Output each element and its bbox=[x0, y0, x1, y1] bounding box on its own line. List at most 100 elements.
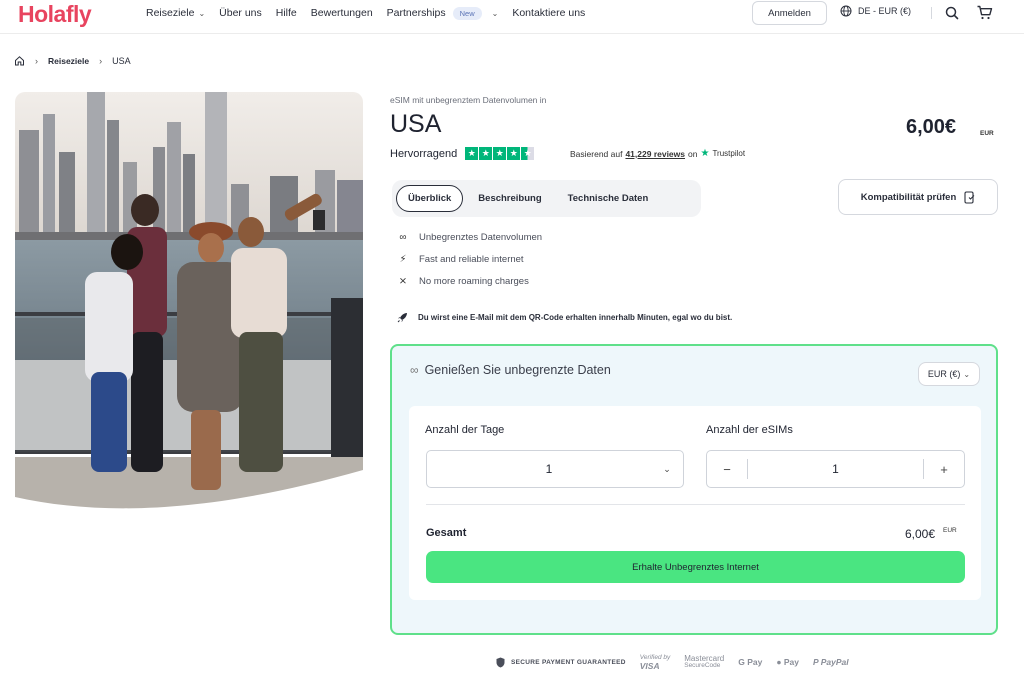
product-price: 6,00€ bbox=[906, 116, 957, 138]
compatibility-button[interactable]: Kompatibilität prüfen bbox=[838, 179, 998, 215]
secure-payment: SECURE PAYMENT GUARANTEED bbox=[496, 657, 626, 668]
nav-hilfe[interactable]: Hilfe bbox=[276, 7, 297, 19]
price-currency: EUR bbox=[980, 130, 994, 137]
compatibility-label: Kompatibilität prüfen bbox=[860, 191, 957, 203]
delivery-notice: Du wirst eine E-Mail mit dem QR-Code erh… bbox=[397, 312, 732, 323]
tab-beschreibung[interactable]: Beschreibung bbox=[467, 186, 552, 211]
nav-label: Über uns bbox=[219, 7, 262, 19]
plan-form: Anzahl der Tage Anzahl der eSIMs 1 ⌄ − 1… bbox=[409, 406, 981, 600]
header-divider bbox=[931, 7, 932, 19]
hero-image bbox=[15, 92, 363, 512]
verified-bottom: VISA bbox=[639, 660, 660, 671]
search-icon[interactable] bbox=[944, 5, 960, 21]
trustpilot-star-icon: ★ bbox=[700, 148, 710, 159]
paypal-logo: P PayPal bbox=[813, 658, 849, 667]
shield-icon bbox=[496, 657, 505, 668]
no-roaming-icon: ⨯ bbox=[398, 275, 408, 287]
tab-ueberblick[interactable]: Überblick bbox=[396, 185, 464, 212]
days-select[interactable]: 1 ⌄ bbox=[426, 450, 684, 488]
breadcrumb-reiseziele[interactable]: Reiseziele bbox=[48, 56, 89, 66]
total-currency: EUR bbox=[943, 527, 957, 534]
reviews-link[interactable]: 41,229 reviews bbox=[625, 149, 685, 159]
decrement-button[interactable]: − bbox=[707, 451, 747, 487]
plan-card: ∞ Genießen Sie unbegrenzte Daten EUR (€)… bbox=[390, 344, 998, 635]
apple-pay-text: Pay bbox=[783, 657, 799, 668]
list-item: ⨯ No more roaming charges bbox=[397, 274, 542, 288]
star-icon: ★ bbox=[493, 147, 507, 160]
nav-ueber-uns[interactable]: Über uns bbox=[219, 7, 262, 19]
hero-photo-illustration bbox=[15, 92, 363, 512]
currency-select[interactable]: EUR (€) ⌄ bbox=[918, 362, 980, 386]
chevron-down-icon: ⌄ bbox=[963, 369, 971, 379]
trustpilot-logo[interactable]: Trustpilot bbox=[712, 149, 745, 158]
reviews-on: on bbox=[688, 148, 698, 159]
chevron-down-icon: ⌄ bbox=[663, 463, 671, 474]
increment-button[interactable]: + bbox=[924, 451, 964, 487]
mastercard-bottom: SecureCode bbox=[684, 662, 721, 670]
breadcrumb-separator: › bbox=[99, 55, 103, 66]
nav-bewertungen[interactable]: Bewertungen bbox=[311, 7, 373, 19]
product-tabs: Überblick Beschreibung Technische Daten bbox=[392, 180, 701, 217]
google-pay-logo: G Pay bbox=[738, 657, 763, 668]
login-button[interactable]: Anmelden bbox=[752, 1, 827, 25]
breadcrumb-current: USA bbox=[112, 55, 131, 66]
nav-label: Bewertungen bbox=[310, 7, 373, 19]
paypal-text: PayPal bbox=[820, 657, 849, 668]
list-item: ∞ Unbegrenztes Datenvolumen bbox=[397, 230, 542, 244]
esims-stepper[interactable]: − 1 + bbox=[706, 450, 965, 488]
trustpilot-stars: ★ ★ ★ ★ ★ bbox=[465, 147, 535, 160]
star-half-icon: ★ bbox=[521, 147, 535, 160]
plan-heading-text: Genießen Sie unbegrenzte Daten bbox=[424, 363, 611, 377]
main-nav: Reiseziele ⌄ Über uns Hilfe Bewertungen … bbox=[146, 0, 585, 26]
site-header: Holafly Reiseziele ⌄ Über uns Hilfe Bewe… bbox=[0, 0, 1024, 34]
infinity-icon: ∞ bbox=[410, 363, 419, 377]
secure-label: SECURE PAYMENT GUARANTEED bbox=[511, 659, 626, 666]
star-icon: ★ bbox=[465, 147, 479, 160]
buy-button[interactable]: Erhalte Unbegrenztes Internet bbox=[426, 551, 965, 583]
chevron-down-icon: ⌄ bbox=[198, 8, 206, 18]
language-label: DE - EUR (€) bbox=[858, 6, 912, 16]
reviews-summary: Basierend auf 41,229 reviews on ★ Trustp… bbox=[570, 148, 745, 159]
language-selector[interactable]: DE - EUR (€) bbox=[840, 5, 911, 17]
feature-text: Unbegrenztes Datenvolumen bbox=[419, 231, 543, 243]
tab-technische-daten[interactable]: Technische Daten bbox=[557, 186, 660, 211]
infinity-icon: ∞ bbox=[399, 231, 407, 243]
plan-heading: ∞ Genießen Sie unbegrenzte Daten bbox=[410, 363, 611, 377]
nav-label: Kontaktiere uns bbox=[512, 7, 586, 19]
nav-label: Reiseziele bbox=[146, 7, 195, 19]
currency-value: EUR (€) bbox=[927, 369, 961, 379]
cart-icon[interactable] bbox=[976, 4, 993, 21]
chevron-down-icon: ⌄ bbox=[491, 8, 499, 18]
device-check-icon bbox=[964, 190, 975, 204]
total-label: Gesamt bbox=[426, 527, 467, 539]
feature-text: No more roaming charges bbox=[419, 275, 529, 287]
feature-list: ∞ Unbegrenztes Datenvolumen ⚡︎ Fast and … bbox=[397, 230, 542, 288]
notice-text: Du wirst eine E-Mail mit dem QR-Code erh… bbox=[418, 313, 733, 322]
payment-methods: SECURE PAYMENT GUARANTEED Verified by VI… bbox=[496, 654, 849, 671]
list-item: ⚡︎ Fast and reliable internet bbox=[397, 252, 542, 266]
breadcrumb-separator: › bbox=[35, 55, 38, 66]
globe-icon bbox=[840, 5, 852, 17]
esims-value[interactable]: 1 bbox=[747, 459, 924, 479]
rating-label: Hervorragend bbox=[390, 147, 458, 160]
days-label: Anzahl der Tage bbox=[425, 424, 505, 436]
nav-kontakt[interactable]: Kontaktiere uns bbox=[512, 7, 585, 19]
nav-label: Partnerships bbox=[386, 7, 446, 19]
breadcrumb: › Reiseziele › USA bbox=[14, 55, 131, 66]
divider bbox=[426, 504, 965, 505]
home-icon[interactable] bbox=[14, 55, 25, 66]
holafly-logo[interactable]: Holafly bbox=[18, 0, 92, 28]
paypal-icon: P bbox=[813, 657, 819, 668]
rocket-icon bbox=[397, 313, 407, 323]
new-badge: New bbox=[452, 6, 482, 20]
rating-row: Hervorragend ★ ★ ★ ★ ★ bbox=[390, 147, 535, 160]
esims-label: Anzahl der eSIMs bbox=[706, 424, 793, 436]
star-icon: ★ bbox=[479, 147, 493, 160]
nav-partnerships[interactable]: Partnerships New ⌄ bbox=[386, 6, 499, 20]
apple-pay-logo: ● Pay bbox=[776, 658, 799, 667]
nav-reiseziele[interactable]: Reiseziele ⌄ bbox=[146, 7, 205, 19]
star-icon: ★ bbox=[507, 147, 521, 160]
product-subtitle: eSIM mit unbegrenztem Datenvolumen in bbox=[390, 95, 547, 105]
mastercard-securecode-logo: Mastercard SecureCode bbox=[684, 655, 724, 670]
bolt-icon: ⚡︎ bbox=[399, 253, 407, 265]
